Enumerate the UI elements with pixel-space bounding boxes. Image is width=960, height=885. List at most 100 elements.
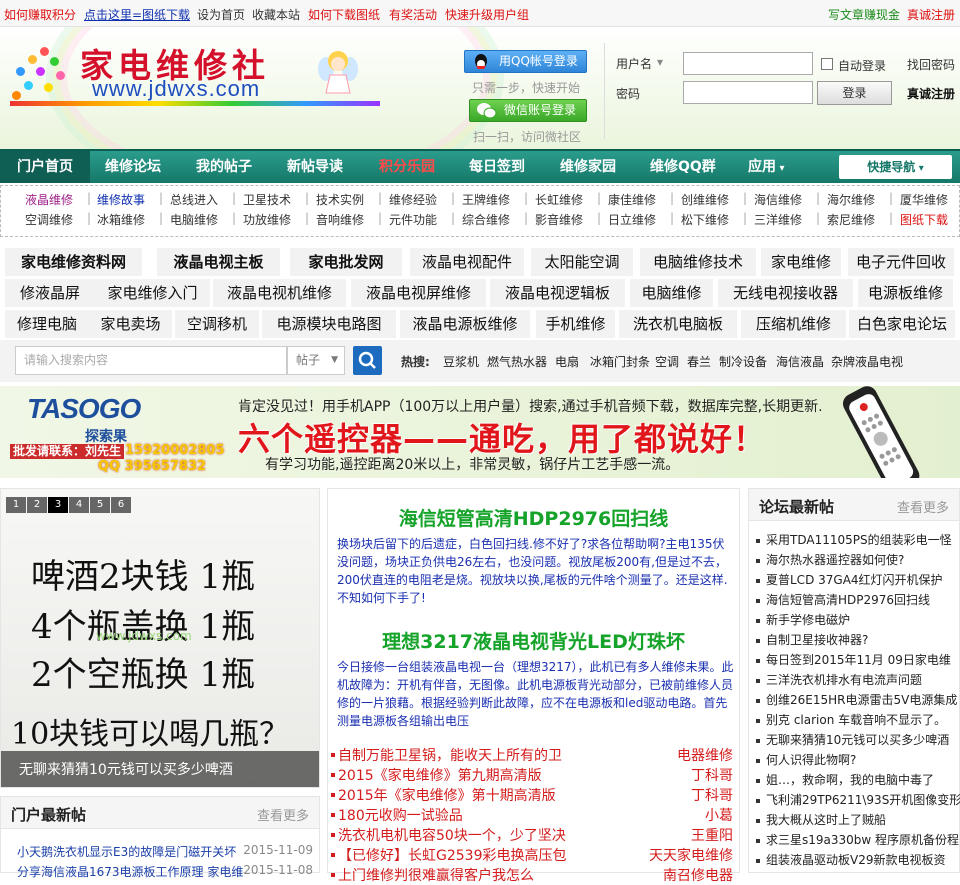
list-item[interactable]: 采用TDA11105PS的组装彩电一怪: [749, 531, 960, 551]
post-title[interactable]: 无聊来猜猜10元钱可以买多少啤酒: [766, 731, 949, 748]
post-title[interactable]: 求三星s19a330bw 程序原机备份程: [766, 831, 959, 848]
slide-caption[interactable]: 无聊来猜猜10元钱可以买多少啤酒: [1, 751, 319, 787]
subnav-link[interactable]: 音响维修: [316, 211, 364, 228]
subnav-link[interactable]: 冰箱维修: [97, 211, 145, 228]
post-title[interactable]: 【已修好】长虹G2539彩电换高压包: [338, 845, 566, 865]
keyword-tag[interactable]: 无线电视接收器: [718, 279, 853, 307]
subnav-link[interactable]: 技术实例: [316, 191, 364, 208]
keyword-tag[interactable]: 家电维修资料网: [5, 248, 142, 276]
subnav-link[interactable]: 综合维修: [462, 211, 510, 228]
slider-page-button[interactable]: 6: [111, 497, 131, 513]
keyword-tag[interactable]: 液晶电视配件: [410, 248, 524, 276]
keyword-tag[interactable]: 修液晶屏: [5, 279, 95, 307]
ad-banner[interactable]: TASOGO 探索果 批发请联系：刘先生 15920002805 QQ 3956…: [0, 386, 960, 478]
keyword-tag[interactable]: 家电卖场: [89, 310, 172, 338]
qq-login-button[interactable]: 用QQ帐号登录: [464, 50, 587, 73]
article-2-title[interactable]: 理想3217液晶电视背光LED灯珠坏: [328, 627, 739, 654]
post-title[interactable]: 创维26E15HR电源雷击5V电源集成: [766, 691, 957, 708]
subnav-link[interactable]: 康佳维修: [608, 191, 656, 208]
keyword-tag[interactable]: 太阳能空调: [531, 248, 633, 276]
list-item[interactable]: 别克 clarion 车载音响不显示了。: [749, 711, 960, 731]
subnav-link[interactable]: 维修故事: [97, 191, 145, 208]
subnav-link[interactable]: 总线进入: [170, 191, 218, 208]
link-write-article[interactable]: 写文章赚现金: [828, 6, 900, 23]
find-password-link[interactable]: 找回密码: [907, 56, 955, 73]
post-title[interactable]: 采用TDA11105PS的组装彩电一怪: [766, 531, 952, 548]
list-item[interactable]: 小天鹅洗衣机显示E3的故障是门磁开关坏 2015-11-09: [1, 843, 319, 863]
post-title[interactable]: 180元收购一试验品: [338, 805, 463, 825]
link-bookmark[interactable]: 收藏本站: [252, 6, 300, 23]
list-item[interactable]: 2015年《家电维修》第十期高清版 丁科哥: [331, 785, 733, 805]
list-item[interactable]: 组装液晶驱动板V29新款电视板资: [749, 851, 960, 871]
list-item[interactable]: 飞利浦29TP6211\93S开机图像变形: [749, 791, 960, 811]
subnav-link[interactable]: 维修经验: [389, 191, 437, 208]
link-register-top[interactable]: 真诚注册: [907, 6, 955, 23]
post-title[interactable]: 姐…，救命啊，我的电脑中毒了: [766, 771, 934, 788]
subnav-link[interactable]: 长虹维修: [535, 191, 583, 208]
slider-page-button[interactable]: 3: [48, 497, 68, 513]
post-title[interactable]: 2015《家电维修》第九期高清版: [338, 765, 542, 785]
slider-page-button[interactable]: 5: [90, 497, 110, 513]
image-slider[interactable]: 啤酒2块钱 1瓶 4个瓶盖换 1瓶 www.jdwxs.com 2个空瓶换 1瓶…: [0, 488, 320, 788]
subnav-link[interactable]: 卫星技术: [243, 191, 291, 208]
link-download-drawings[interactable]: 点击这里=图纸下载: [84, 6, 190, 23]
post-title[interactable]: 2015年《家电维修》第十期高清版: [338, 785, 556, 805]
search-input[interactable]: 请输入搜索内容: [15, 346, 287, 375]
post-title[interactable]: 每日签到2015年11月 09日家电维: [766, 651, 951, 668]
list-item[interactable]: 【已修好】长虹G2539彩电换高压包 天天家电维修: [331, 845, 733, 865]
portal-more-link[interactable]: 查看更多: [257, 805, 309, 824]
auto-login-checkbox[interactable]: [821, 58, 833, 70]
hot-search-link[interactable]: 杂牌液晶电视: [831, 353, 903, 370]
forum-more-link[interactable]: 查看更多: [897, 497, 949, 516]
list-item[interactable]: 新手学修电磁炉: [749, 611, 960, 631]
keyword-tag[interactable]: 家电维修: [761, 248, 841, 276]
username-dropdown-icon[interactable]: ▾: [657, 55, 663, 69]
link-how-download[interactable]: 如何下载图纸: [308, 6, 380, 23]
password-input[interactable]: [683, 81, 813, 104]
list-item[interactable]: 创维26E15HR电源雷击5V电源集成: [749, 691, 960, 711]
list-item[interactable]: 三洋洗衣机排水有电流声问题: [749, 671, 960, 691]
list-item[interactable]: 夏普LCD 37GA4红灯闪开机保护: [749, 571, 960, 591]
nav-forum[interactable]: 维修论坛: [105, 151, 161, 183]
keyword-tag[interactable]: 家电批发网: [290, 248, 402, 276]
nav-new-posts[interactable]: 新帖导读: [287, 151, 343, 183]
slider-page-button[interactable]: 4: [69, 497, 89, 513]
post-title[interactable]: 我大概从这时上了贼船: [766, 811, 886, 828]
slider-page-button[interactable]: 2: [27, 497, 47, 513]
nav-points-park[interactable]: 积分乐园: [379, 151, 435, 183]
keyword-tag[interactable]: 电脑维修技术: [640, 248, 756, 276]
nav-my-posts[interactable]: 我的帖子: [196, 151, 252, 183]
subnav-link[interactable]: 液晶维修: [25, 191, 73, 208]
nav-apps[interactable]: 应用 ▾: [748, 151, 785, 183]
post-title[interactable]: 组装液晶驱动板V29新款电视板资: [766, 851, 945, 868]
link-earn-points[interactable]: 如何赚取积分: [4, 6, 76, 23]
site-logo-url[interactable]: www.jdwxs.com: [92, 76, 260, 102]
post-title[interactable]: 海尔热水器遥控器如何使?: [766, 551, 904, 568]
keyword-tag[interactable]: 洗衣机电脑板: [619, 310, 737, 338]
list-item[interactable]: 何人识得此物啊?: [749, 751, 960, 771]
post-category[interactable]: 电器维修: [677, 745, 733, 765]
post-category[interactable]: 丁科哥: [691, 785, 733, 805]
nav-qq-group[interactable]: 维修QQ群: [650, 151, 716, 183]
keyword-tag[interactable]: 手机维修: [536, 310, 615, 338]
keyword-tag[interactable]: 液晶电视逻辑板: [490, 279, 625, 307]
hot-search-link[interactable]: 豆浆机: [443, 353, 479, 370]
list-item[interactable]: 180元收购一试验品 小葛: [331, 805, 733, 825]
wechat-login-button[interactable]: 微信账号登录: [469, 99, 587, 122]
keyword-tag[interactable]: 空调移机: [175, 310, 259, 338]
subnav-link[interactable]: 松下维修: [681, 211, 729, 228]
subnav-link[interactable]: 电脑维修: [170, 211, 218, 228]
subnav-link[interactable]: 海信维修: [754, 191, 802, 208]
keyword-tag[interactable]: 电脑维修: [630, 279, 713, 307]
keyword-tag[interactable]: 液晶电源板维修: [400, 310, 530, 338]
hot-search-link[interactable]: 海信液晶: [776, 353, 824, 370]
subnav-link[interactable]: 元件功能: [389, 211, 437, 228]
subnav-link[interactable]: 厦华维修: [900, 191, 948, 208]
subnav-link[interactable]: 王牌维修: [462, 191, 510, 208]
article-1-summary[interactable]: 换场块后留下的后遗症，白色回扫线.修不好了?求各位帮助啊?主电135伏没问题，场…: [337, 535, 735, 607]
list-item[interactable]: 求三星s19a330bw 程序原机备份程: [749, 831, 960, 851]
subnav-link[interactable]: 索尼维修: [827, 211, 875, 228]
hot-search-link[interactable]: 制冷设备: [719, 353, 767, 370]
link-upgrade-group[interactable]: 快速升级用户组: [445, 6, 529, 23]
list-item[interactable]: 上门维修判很难赢得客户我怎么 南召修电器: [331, 865, 733, 885]
